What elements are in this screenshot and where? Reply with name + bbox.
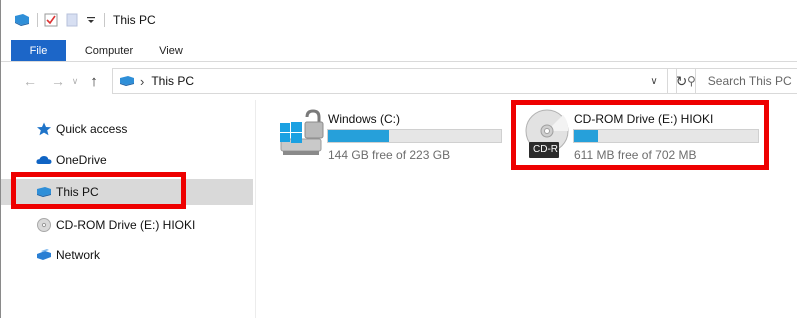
network-icon xyxy=(36,248,52,262)
properties-checkbox-icon[interactable] xyxy=(44,13,58,27)
sidebar-item-cd-rom[interactable]: CD-ROM Drive (E:) HIOKI xyxy=(1,212,253,238)
explorer-window: This PC File Computer View ← → ∨ ↑ › Thi… xyxy=(0,0,797,318)
back-arrow-icon[interactable]: ← xyxy=(19,73,41,89)
highlight-box-this-pc xyxy=(11,172,186,209)
ribbon-tabs: File Computer View xyxy=(1,40,797,62)
sidebar-item-label: CD-ROM Drive (E:) HIOKI xyxy=(56,218,196,232)
search-input[interactable]: ⚲ Search This PC xyxy=(676,68,797,94)
breadcrumb-chevron-icon[interactable]: › xyxy=(140,74,144,89)
highlight-box-cd-rom-drive xyxy=(511,100,769,170)
customize-toolbar-chevron-icon[interactable] xyxy=(86,13,98,27)
title-divider xyxy=(37,13,38,27)
drive-usage-fill xyxy=(328,130,390,142)
search-icon: ⚲ xyxy=(687,74,696,88)
address-dropdown-chevron-icon[interactable]: ∨ xyxy=(641,69,667,93)
new-folder-icon[interactable] xyxy=(66,13,80,27)
drive-free-space: 144 GB free of 223 GB xyxy=(328,148,451,162)
drive-usage-bar xyxy=(327,129,502,143)
sidebar-item-onedrive[interactable]: OneDrive xyxy=(1,147,253,173)
sidebar-item-label: Quick access xyxy=(56,122,128,136)
title-bar: This PC xyxy=(1,0,797,40)
sidebar-item-label: OneDrive xyxy=(56,153,107,167)
star-icon xyxy=(36,122,52,136)
this-pc-icon-small xyxy=(119,75,135,87)
sidebar-item-quick-access[interactable]: Quick access xyxy=(1,116,253,142)
tab-computer[interactable]: Computer xyxy=(70,40,148,61)
search-placeholder: Search This PC xyxy=(707,74,792,88)
up-arrow-icon[interactable]: ↑ xyxy=(83,73,105,90)
forward-arrow-icon[interactable]: → xyxy=(47,73,69,89)
cloud-icon xyxy=(36,153,52,167)
tab-view[interactable]: View xyxy=(148,40,194,61)
address-bar[interactable]: › This PC ∨ xyxy=(112,68,668,94)
drive-name: Windows (C:) xyxy=(328,112,401,126)
navigation-pane: Quick access OneDrive This PC CD-ROM Dri… xyxy=(1,100,256,318)
disc-icon xyxy=(36,218,52,232)
windows-drive-icon xyxy=(275,107,327,159)
drive-windows-c[interactable]: Windows (C:) 144 GB free of 223 GB xyxy=(273,105,503,167)
address-row: ← → ∨ ↑ › This PC ∨ ↻ ⚲ Search This PC xyxy=(1,62,797,100)
sidebar-item-label: Network xyxy=(56,248,101,262)
tab-file[interactable]: File xyxy=(11,40,66,61)
window-title: This PC xyxy=(113,13,156,27)
this-pc-icon[interactable] xyxy=(13,13,31,27)
sidebar-item-network[interactable]: Network xyxy=(1,242,253,268)
title-divider-2 xyxy=(104,13,105,27)
recent-locations-chevron-icon[interactable]: ∨ xyxy=(69,76,81,87)
breadcrumb-this-pc[interactable]: This PC xyxy=(151,74,194,88)
